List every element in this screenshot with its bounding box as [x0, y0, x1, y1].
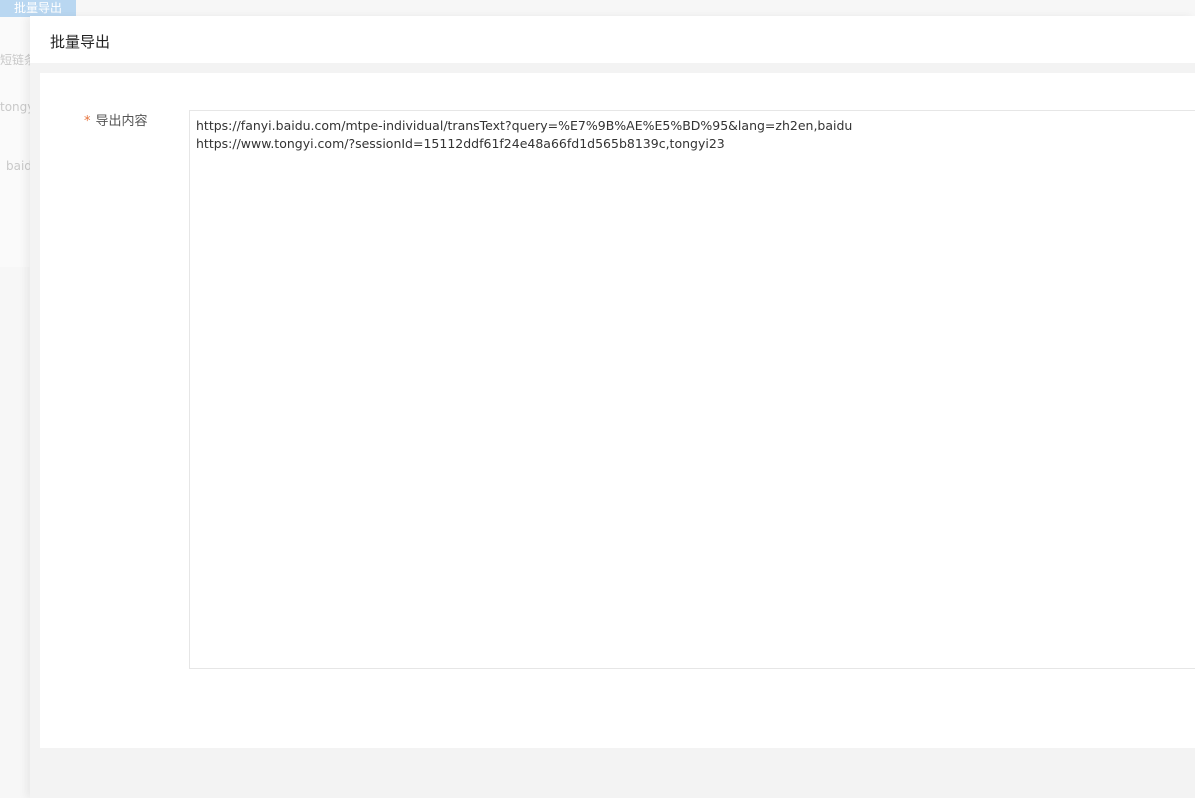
export-content-label-text: 导出内容 [95, 114, 148, 129]
required-mark: * [84, 114, 91, 129]
drawer-title: 批量导出 [50, 33, 111, 51]
drawer-header: 批量导出 [30, 16, 1195, 63]
background-batch-export-button[interactable]: 批量导出 [0, 0, 76, 17]
page: 批量导出 短链条 tongy baid 批量导出 * 导出内容 [0, 0, 1195, 798]
drawer-body: * 导出内容 [40, 73, 1195, 748]
batch-export-drawer: 批量导出 * 导出内容 [30, 16, 1195, 798]
background-text-fragment: tongy [0, 100, 30, 114]
export-content-textarea[interactable] [189, 110, 1195, 669]
export-content-label: * 导出内容 [84, 113, 148, 131]
background-text-fragment: baid [6, 159, 30, 173]
background-text-fragment: 短链条 [0, 53, 30, 67]
